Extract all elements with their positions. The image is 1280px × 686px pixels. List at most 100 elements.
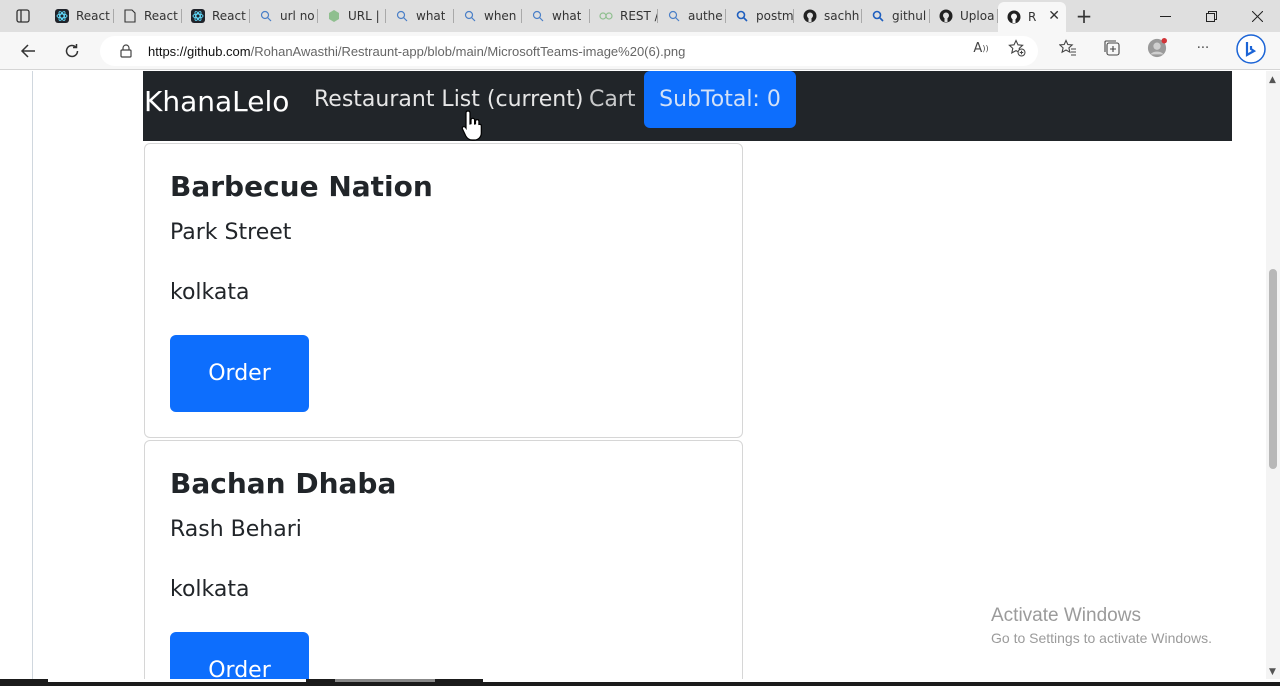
browser-tab-active[interactable]: R ✕	[998, 2, 1066, 32]
new-tab-button[interactable]: +	[1066, 0, 1102, 32]
browser-tab[interactable]: what	[522, 0, 590, 32]
browser-tab[interactable]: githul	[862, 0, 930, 32]
browser-tab[interactable]: what	[386, 0, 454, 32]
watermark-subtitle: Go to Settings to activate Windows.	[991, 630, 1212, 646]
taskbar-segment	[48, 679, 306, 682]
restore-button[interactable]	[1188, 0, 1234, 32]
tab-label: authe	[688, 9, 723, 23]
restaurant-city: kolkata	[170, 577, 250, 602]
subtotal-button[interactable]: SubTotal: 0	[644, 71, 796, 128]
github-icon	[802, 8, 818, 24]
url-text[interactable]: https://github.com/RohanAwasthi/Restraun…	[148, 44, 685, 59]
tab-label: githul	[892, 9, 927, 23]
site-icon	[598, 8, 614, 24]
browser-tab[interactable]: URL |	[318, 0, 386, 32]
tab-actions-icon	[16, 9, 30, 23]
profile-avatar-icon[interactable]	[1147, 38, 1167, 58]
address-bar[interactable]: https://github.com/RohanAwasthi/Restraun…	[100, 36, 1038, 66]
tab-label: URL |	[348, 9, 380, 23]
browser-tab[interactable]: React	[114, 0, 182, 32]
collections-icon[interactable]	[1102, 38, 1122, 58]
page-border	[32, 71, 33, 679]
site-icon	[326, 8, 342, 24]
close-window-button[interactable]	[1234, 0, 1280, 32]
tab-label: url no	[280, 9, 315, 23]
screen: React React React url no URL | what when…	[0, 0, 1280, 686]
tab-label: R	[1028, 10, 1037, 24]
browser-tab[interactable]: sachh	[794, 0, 862, 32]
browser-tab[interactable]: Uploa	[930, 0, 998, 32]
url-path: /RohanAwasthi/Restraunt-app/blob/main/Mi…	[250, 43, 686, 59]
tab-label: React	[212, 9, 246, 23]
close-tab-icon[interactable]: ✕	[1048, 8, 1060, 24]
scroll-up-arrow-icon[interactable]: ▲	[1269, 75, 1276, 85]
tab-label: Uploa	[960, 9, 995, 23]
tab-label: what	[552, 9, 582, 23]
search-icon	[666, 8, 682, 24]
search-icon	[530, 8, 546, 24]
activate-windows-watermark: Activate Windows Go to Settings to activ…	[991, 605, 1212, 646]
vertical-scrollbar[interactable]: ▲ ▼	[1266, 71, 1280, 679]
browser-tab[interactable]: postm	[726, 0, 794, 32]
scroll-thumb[interactable]	[1269, 269, 1277, 469]
watermark-title: Activate Windows	[991, 605, 1141, 626]
window-controls	[1142, 0, 1280, 32]
tab-label: React	[144, 9, 178, 23]
restaurant-name: Bachan Dhaba	[170, 467, 397, 500]
page-viewport: KhanaLelo Restaurant List (current) Cart…	[0, 71, 1266, 679]
restaurant-city: kolkata	[170, 280, 250, 305]
tab-label: postm	[756, 9, 794, 23]
scroll-down-arrow-icon[interactable]: ▼	[1269, 667, 1276, 677]
plus-icon: +	[1075, 4, 1093, 28]
read-aloud-icon[interactable]: A))	[971, 38, 991, 58]
bing-copilot-icon[interactable]	[1236, 34, 1266, 64]
back-button[interactable]	[14, 38, 42, 64]
browser-tab[interactable]: when	[454, 0, 522, 32]
hand-cursor-icon	[461, 110, 482, 141]
add-favorite-icon[interactable]	[1007, 38, 1027, 58]
nav-cart[interactable]: Cart	[589, 87, 636, 112]
search-icon	[462, 8, 478, 24]
minimize-icon	[1159, 15, 1171, 17]
refresh-icon	[65, 44, 79, 58]
nav-restaurant-list[interactable]: Restaurant List (current)	[314, 87, 583, 112]
restaurant-card: Barbecue Nation Park Street kolkata Orde…	[144, 143, 743, 438]
search-icon	[258, 8, 274, 24]
search-icon	[394, 8, 410, 24]
close-icon	[1251, 10, 1263, 22]
bottom-taskbar-strip	[0, 679, 1280, 686]
brand-logo[interactable]: KhanaLelo	[144, 85, 289, 118]
restaurant-address: Rash Behari	[170, 517, 302, 542]
browser-tab-strip: React React React url no URL | what when…	[0, 0, 1280, 32]
browser-toolbar: https://github.com/RohanAwasthi/Restraun…	[0, 32, 1280, 70]
tab-label: when	[484, 9, 517, 23]
browser-tab[interactable]: REST /	[590, 0, 658, 32]
order-button[interactable]: Order	[170, 632, 309, 679]
restaurant-address: Park Street	[170, 220, 292, 245]
lock-icon[interactable]	[118, 44, 134, 58]
taskbar-segment	[335, 679, 435, 682]
tab-label: React	[76, 9, 110, 23]
app-navbar: KhanaLelo Restaurant List (current) Cart…	[143, 71, 1232, 141]
restore-icon	[1205, 10, 1217, 22]
more-options-icon[interactable]: ···	[1193, 38, 1213, 58]
back-arrow-icon	[20, 44, 35, 58]
browser-tab[interactable]: React	[46, 0, 114, 32]
tab-label: sachh	[824, 9, 860, 23]
restaurant-card: Bachan Dhaba Rash Behari kolkata Order	[144, 440, 743, 679]
browser-tab[interactable]: React	[182, 0, 250, 32]
document-icon	[122, 8, 138, 24]
search-icon	[734, 8, 750, 24]
order-button[interactable]: Order	[170, 335, 309, 412]
favorites-icon[interactable]	[1058, 38, 1078, 58]
tab-actions-button[interactable]	[0, 0, 46, 32]
github-icon	[1006, 9, 1022, 25]
browser-tab[interactable]: url no	[250, 0, 318, 32]
minimize-button[interactable]	[1142, 0, 1188, 32]
tab-label: REST /	[620, 9, 658, 23]
browser-tab[interactable]: authe	[658, 0, 726, 32]
taskbar-segment	[483, 679, 1280, 682]
refresh-button[interactable]	[58, 38, 86, 64]
search-icon	[870, 8, 886, 24]
tab-label: what	[416, 9, 446, 23]
